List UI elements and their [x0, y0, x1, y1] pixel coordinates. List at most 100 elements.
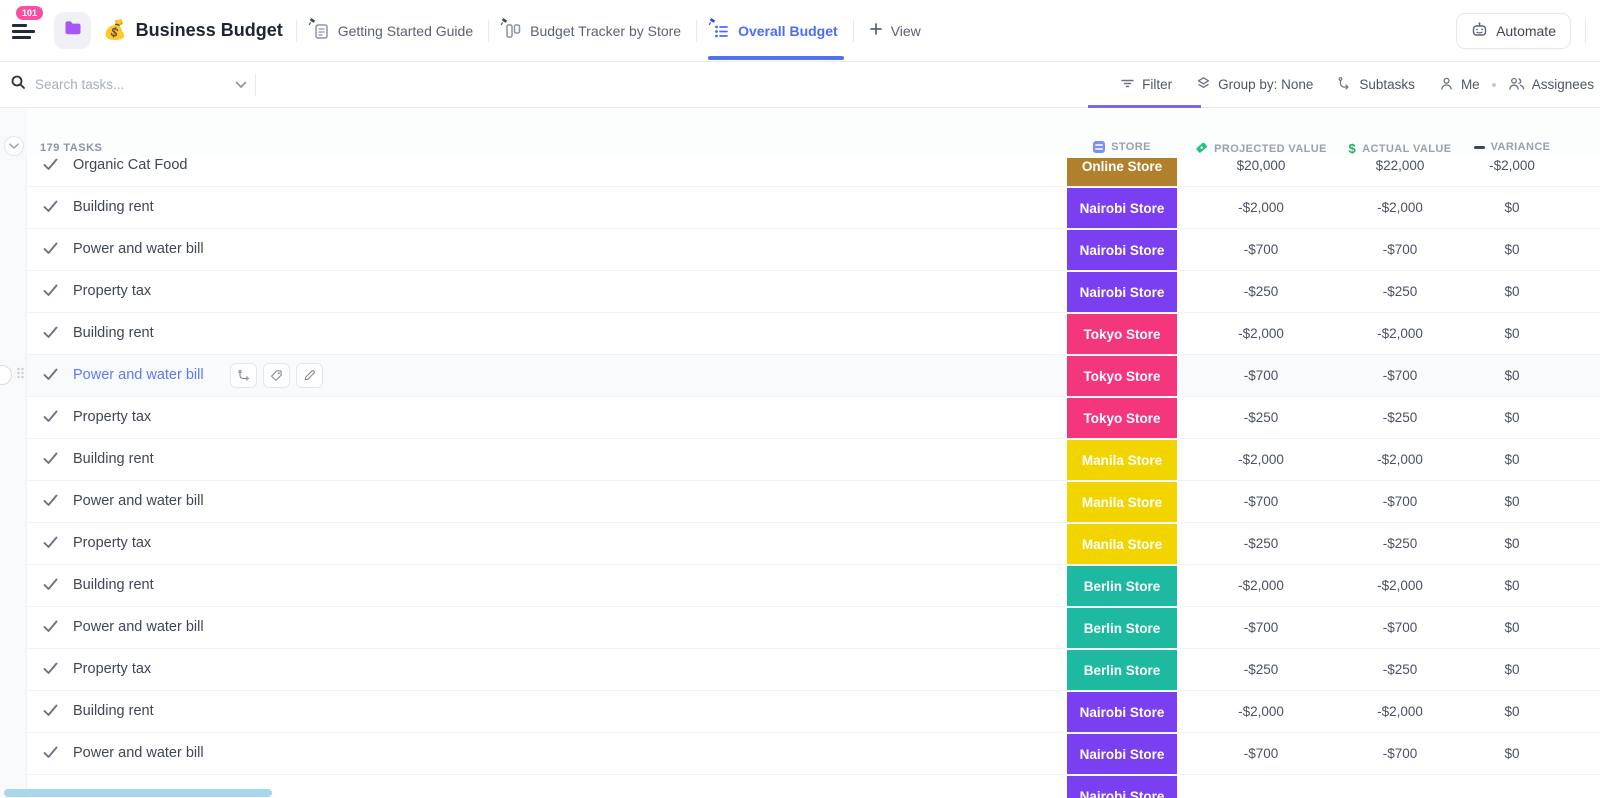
store-badge[interactable]: Berlin Store — [1067, 650, 1177, 690]
group-by-button[interactable]: Group by: None — [1196, 76, 1313, 94]
task-row[interactable]: Building rent Manila Store -$2,000 -$2,0… — [27, 439, 1600, 481]
task-name[interactable]: Building rent — [73, 451, 154, 467]
task-row[interactable]: Power and water bill Nairobi Store -$700… — [27, 733, 1600, 775]
task-name[interactable]: Power and water bill — [73, 619, 204, 635]
variance-cell[interactable]: $0 — [1437, 704, 1587, 719]
task-complete-check-icon[interactable] — [43, 578, 58, 596]
task-row[interactable]: Property tax Tokyo Store -$250 -$250 $0 — [27, 397, 1600, 439]
task-complete-check-icon[interactable] — [43, 326, 58, 344]
task-name[interactable]: Organic Cat Food — [73, 157, 187, 173]
add-subtask-button[interactable] — [230, 363, 257, 388]
projected-value-cell[interactable]: -$700 — [1186, 620, 1336, 635]
task-complete-check-icon[interactable] — [43, 158, 58, 176]
rename-task-button[interactable] — [296, 363, 323, 388]
projected-value-cell[interactable]: -$250 — [1186, 284, 1336, 299]
store-badge[interactable]: Tokyo Store — [1067, 356, 1177, 396]
variance-cell[interactable]: -$2,000 — [1437, 158, 1587, 173]
task-complete-check-icon[interactable] — [43, 452, 58, 470]
variance-cell[interactable]: $0 — [1437, 452, 1587, 467]
task-complete-check-icon[interactable] — [43, 284, 58, 302]
variance-cell[interactable]: $0 — [1437, 242, 1587, 257]
task-name[interactable]: Power and water bill — [73, 241, 204, 257]
store-badge[interactable]: Berlin Store — [1067, 566, 1177, 606]
folder-button[interactable] — [54, 12, 91, 49]
projected-value-cell[interactable]: -$2,000 — [1186, 200, 1336, 215]
column-header-store[interactable]: STORE — [1067, 141, 1177, 153]
task-row[interactable]: Power and water bill Berlin Store -$700 … — [27, 607, 1600, 649]
task-row[interactable]: Building rent Nairobi Store -$2,000 -$2,… — [27, 691, 1600, 733]
tab-getting-started-guide[interactable]: Getting Started Guide — [308, 17, 475, 44]
variance-cell[interactable]: $0 — [1437, 410, 1587, 425]
projected-value-cell[interactable]: -$250 — [1186, 662, 1336, 677]
variance-cell[interactable]: $0 — [1437, 578, 1587, 593]
store-badge[interactable]: Nairobi Store — [1067, 734, 1177, 774]
task-name[interactable]: Power and water bill — [73, 745, 204, 761]
variance-cell[interactable]: $0 — [1437, 200, 1587, 215]
task-name[interactable]: Property tax — [73, 283, 151, 299]
variance-cell[interactable]: $0 — [1437, 662, 1587, 677]
task-name[interactable]: Building rent — [73, 577, 154, 593]
projected-value-cell[interactable]: -$700 — [1186, 494, 1336, 509]
task-complete-check-icon[interactable] — [43, 368, 58, 386]
store-badge[interactable]: Nairobi Store — [1067, 272, 1177, 312]
projected-value-cell[interactable]: -$2,000 — [1186, 578, 1336, 593]
task-complete-check-icon[interactable] — [43, 620, 58, 638]
task-name[interactable]: Power and water bill — [73, 367, 204, 383]
task-name[interactable]: Building rent — [73, 703, 154, 719]
variance-cell[interactable]: $0 — [1437, 368, 1587, 383]
task-row[interactable]: Power and water bill Nairobi Store -$700… — [27, 229, 1600, 271]
store-badge[interactable]: Nairobi Store — [1067, 188, 1177, 228]
task-row[interactable]: Building rent Tokyo Store -$2,000 -$2,00… — [27, 313, 1600, 355]
projected-value-cell[interactable]: -$2,000 — [1186, 326, 1336, 341]
collapse-group-button[interactable] — [4, 136, 24, 156]
task-complete-check-icon[interactable] — [43, 662, 58, 680]
projected-value-cell[interactable]: -$2,000 — [1186, 704, 1336, 719]
task-row[interactable]: Property tax Manila Store -$250 -$250 $0 — [27, 523, 1600, 565]
task-row[interactable]: Property tax Nairobi Store -$250 -$250 $… — [27, 271, 1600, 313]
store-badge[interactable]: Berlin Store — [1067, 608, 1177, 648]
store-badge[interactable]: Manila Store — [1067, 440, 1177, 480]
assignees-button[interactable]: Assignees — [1508, 76, 1594, 94]
column-header-projected-value[interactable]: PROJECTED VALUE — [1186, 141, 1336, 157]
horizontal-scrollbar-thumb[interactable] — [4, 789, 272, 797]
task-complete-check-icon[interactable] — [43, 242, 58, 260]
task-name[interactable]: Property tax — [73, 535, 151, 551]
store-badge[interactable]: Manila Store — [1067, 524, 1177, 564]
variance-cell[interactable]: $0 — [1437, 326, 1587, 341]
projected-value-cell[interactable]: -$700 — [1186, 746, 1336, 761]
projected-value-cell[interactable]: -$700 — [1186, 242, 1336, 257]
task-row[interactable]: Building rent Nairobi Store -$2,000 -$2,… — [27, 187, 1600, 229]
task-complete-check-icon[interactable] — [43, 704, 58, 722]
task-name[interactable]: Building rent — [73, 199, 154, 215]
automate-button[interactable]: Automate — [1456, 12, 1571, 49]
task-row[interactable]: Property tax Berlin Store -$250 -$250 $0 — [27, 649, 1600, 691]
drag-handle-icon[interactable] — [16, 366, 25, 385]
variance-cell[interactable]: $0 — [1437, 620, 1587, 635]
column-header-variance[interactable]: VARIANCE — [1437, 141, 1587, 153]
sidebar-toggle-button[interactable] — [12, 18, 38, 44]
store-badge[interactable]: Nairobi Store — [1067, 692, 1177, 732]
task-name[interactable]: Property tax — [73, 409, 151, 425]
search-input[interactable]: Search tasks... — [10, 74, 255, 95]
task-row[interactable]: Power and water bill Tokyo Store -$700 -… — [0, 355, 1600, 397]
task-complete-check-icon[interactable] — [43, 536, 58, 554]
task-row[interactable]: Building rent Berlin Store -$2,000 -$2,0… — [27, 565, 1600, 607]
task-name[interactable]: Power and water bill — [73, 493, 204, 509]
task-complete-check-icon[interactable] — [43, 410, 58, 428]
projected-value-cell[interactable]: -$250 — [1186, 410, 1336, 425]
variance-cell[interactable]: $0 — [1437, 746, 1587, 761]
task-name[interactable]: Property tax — [73, 661, 151, 677]
add-view-button[interactable]: View — [867, 18, 923, 43]
me-filter-button[interactable]: Me — [1439, 76, 1480, 94]
variance-cell[interactable]: $0 — [1437, 284, 1587, 299]
store-badge[interactable]: Tokyo Store — [1067, 314, 1177, 354]
add-tag-button[interactable] — [263, 363, 290, 388]
projected-value-cell[interactable]: -$250 — [1186, 536, 1336, 551]
task-complete-check-icon[interactable] — [43, 200, 58, 218]
task-complete-check-icon[interactable] — [43, 746, 58, 764]
subtasks-button[interactable]: Subtasks — [1337, 76, 1415, 94]
tab-overall-budget[interactable]: Overall Budget — [708, 17, 844, 60]
store-badge[interactable]: Nairobi Store — [1067, 230, 1177, 270]
variance-cell[interactable]: $0 — [1437, 536, 1587, 551]
projected-value-cell[interactable]: $20,000 — [1186, 158, 1336, 173]
